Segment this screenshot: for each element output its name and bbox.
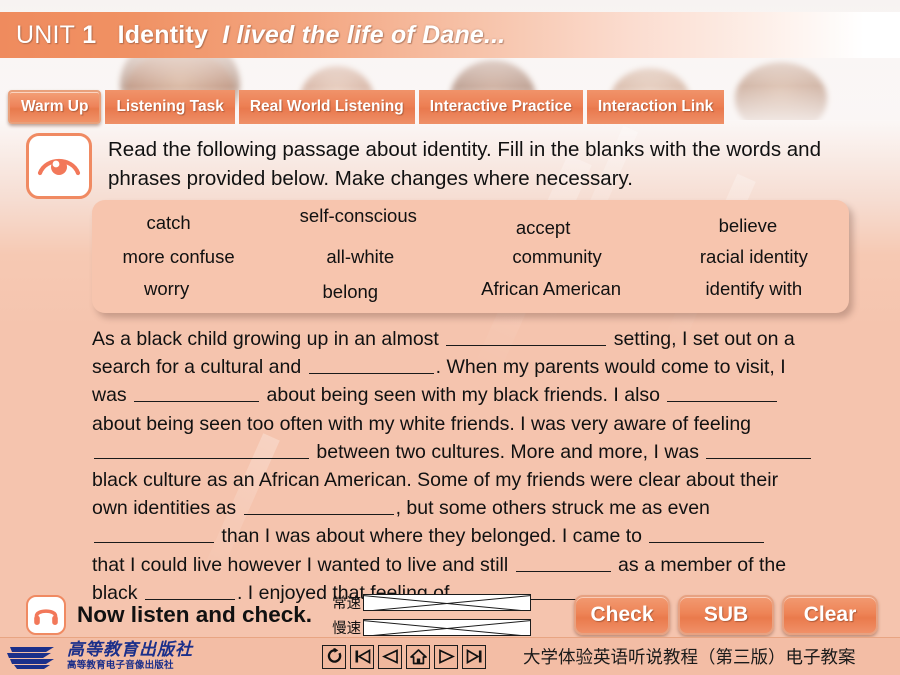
answer-blank[interactable] [308,356,434,375]
word-bank-item[interactable]: all-white [265,246,455,267]
answer-blank[interactable] [446,328,607,346]
publisher-subname: 高等教育电子音像出版社 [67,660,174,672]
tab-warm-up[interactable]: Warm Up [8,90,102,124]
answer-blank[interactable] [134,384,260,403]
answer-blank[interactable] [706,441,812,459]
passage-line: that I could live however I wanted to li… [92,553,787,576]
footer-bar: 高等教育出版社 高等教育电子音像出版社 大学体验英语听说教程（第三版）电子教案 [0,637,900,675]
tab-label: Interaction Link [597,98,714,115]
word-bank-panel: catch more confuse worry self-conscious … [92,200,849,313]
publisher-logo: 高等教育出版社 高等教育电子音像出版社 [0,642,193,672]
home-icon[interactable] [406,644,430,669]
word-bank-item[interactable]: believe [653,215,843,236]
refresh-icon[interactable] [322,644,346,669]
passage-line: than I was about where they belonged. I … [92,522,854,550]
word-bank-item[interactable]: worry [80,278,253,299]
page-title: UNIT 1 Identity I lived the life of Dane… [0,21,505,50]
passage-line: black culture as an African American. So… [92,469,779,492]
passage-line: own identities as , but some others stru… [92,497,710,520]
answer-blank[interactable] [667,384,778,403]
cloze-passage: As a black child growing up in an almost… [92,325,854,607]
clear-button[interactable]: Clear [782,595,878,635]
word-bank-item[interactable]: African American [449,278,652,299]
publisher-logo-mark [7,646,54,669]
app-header: UNIT 1 Identity I lived the life of Dane… [0,12,900,58]
word-bank-item[interactable]: catch [82,212,255,233]
course-title: 大学体验英语听说教程（第三版）电子教案 [523,648,856,668]
tab-interactive-practice[interactable]: Interactive Practice [418,90,583,124]
tab-label: Interactive Practice [429,98,572,115]
unit-topic: Identity [117,20,209,49]
clear-button-label: Clear [803,603,857,626]
answer-blank[interactable] [649,525,765,544]
action-button-group: Check SUB Clear [574,595,878,635]
navigation-controls [322,644,486,669]
sub-button[interactable]: SUB [678,595,774,635]
word-bank-item[interactable]: identify with [659,278,849,299]
passage-line: about being seen too often with my white… [92,412,752,435]
word-bank-column: catch more confuse worry [92,200,265,313]
answer-blank[interactable] [94,441,309,459]
unit-number: 1 [82,20,97,49]
unit-subtitle: I lived the life of Dane... [222,20,506,49]
triangle-right-icon[interactable] [434,644,458,669]
check-button[interactable]: Check [574,595,670,635]
word-bank-column: accept community African American [455,200,658,313]
passage-line: between two cultures. More and more, I w… [92,438,854,466]
tab-label: Real World Listening [249,98,404,115]
speed-options: 常速 慢速 [332,592,532,638]
tab-interaction-link[interactable]: Interaction Link [586,90,725,124]
section-tabs: Warm Up Listening Task Real World Listen… [8,90,892,124]
listen-controls-row: Now listen and check. 常速 慢速 Check SUB Cl… [26,592,878,638]
normal-speed-player[interactable] [363,594,532,611]
passage-line: As a black child growing up in an almost… [92,328,795,350]
tab-listening-task[interactable]: Listening Task [105,90,235,124]
instruction-row: Read the following passage about identit… [26,133,876,199]
answer-blank[interactable] [243,497,394,516]
speed-label-normal: 常速 [332,596,362,612]
speed-row-normal: 常速 [332,592,532,613]
headphone-icon [26,595,66,635]
speed-row-slow: 慢速 [332,617,532,638]
answer-blank[interactable] [94,525,214,544]
skip-back-icon[interactable] [350,644,374,669]
word-bank-item[interactable]: accept [441,217,644,238]
triangle-left-icon[interactable] [378,644,402,669]
sub-button-label: SUB [703,603,749,626]
word-bank-item[interactable]: community [455,246,658,267]
word-bank-item[interactable]: belong [255,281,445,302]
tab-real-world-listening[interactable]: Real World Listening [238,90,415,124]
publisher-name: 高等教育出版社 [67,640,193,661]
check-button-label: Check [590,603,654,626]
word-bank-item[interactable]: racial identity [659,246,849,267]
tab-label: Listening Task [116,98,224,115]
word-bank-column: believe racial identity identify with [659,200,849,313]
word-bank-column: self-conscious all-white belong [265,200,455,313]
skip-forward-icon[interactable] [462,644,486,669]
tab-label: Warm Up [21,98,89,115]
eye-icon [26,133,92,199]
passage-line: was about being seen with my black frien… [92,381,854,409]
answer-blank[interactable] [515,554,611,572]
listen-instruction-label: Now listen and check. [77,602,313,627]
slow-speed-player[interactable] [363,619,532,636]
word-bank-item[interactable]: more confuse [92,246,265,267]
unit-word: UNIT [16,20,76,49]
instruction-text: Read the following passage about identit… [108,138,821,190]
passage-line: search for a cultural and . When my pare… [92,356,786,379]
speed-label-slow: 慢速 [332,621,362,637]
word-bank-item[interactable]: self-conscious [263,205,453,226]
